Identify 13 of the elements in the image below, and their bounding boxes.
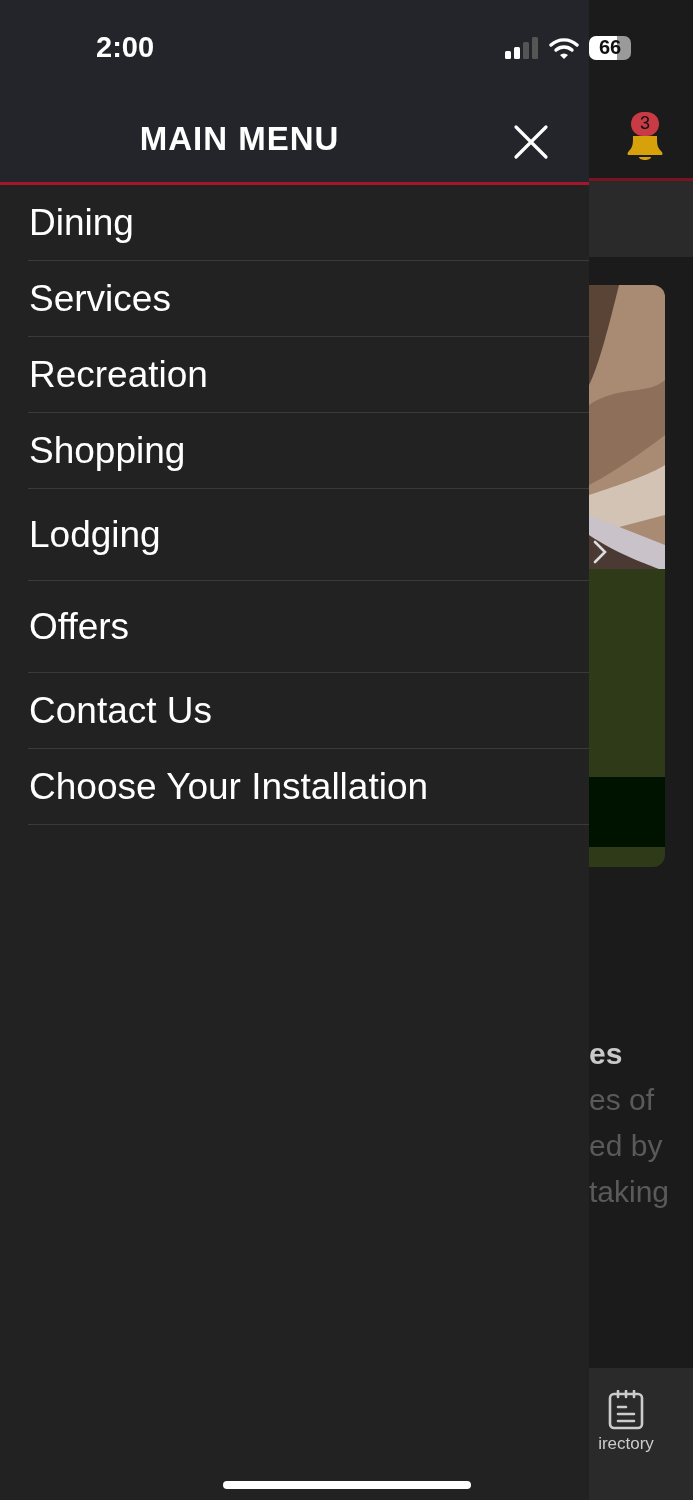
notification-badge: 3 xyxy=(631,111,659,136)
menu-title: MAIN MENU xyxy=(139,119,340,158)
signal-icon xyxy=(505,36,539,59)
wifi-icon xyxy=(549,36,579,59)
battery-indicator: 66 xyxy=(589,35,631,60)
body-text: es xyxy=(589,1037,624,1072)
chevron-right-icon[interactable] xyxy=(593,540,607,564)
status-time: 2:00 xyxy=(96,31,155,64)
close-icon[interactable] xyxy=(513,124,549,160)
body-text: es of xyxy=(589,1083,656,1118)
body-text: taking xyxy=(589,1175,671,1210)
notepad-icon xyxy=(608,1390,644,1430)
body-text: ed by xyxy=(589,1129,664,1164)
